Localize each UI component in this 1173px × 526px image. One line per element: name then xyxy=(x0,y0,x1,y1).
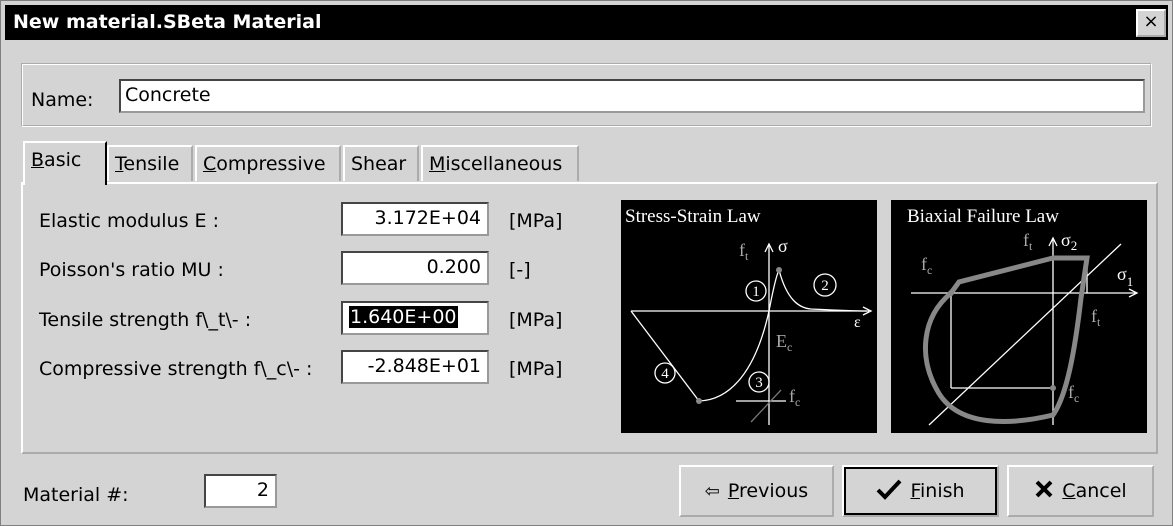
close-button[interactable]: × xyxy=(1136,9,1166,37)
fc-bottom-label: fc xyxy=(1068,382,1079,405)
biaxial-title: Biaxial Failure Law xyxy=(907,206,1059,227)
stress-strain-diagram: Stress-Strain Law ft σ ε Ec fc 1 2 3 4 xyxy=(621,200,877,433)
epsilon-label: ε xyxy=(854,314,861,331)
cancel-button-label: Cancel xyxy=(1062,480,1127,502)
finish-button[interactable]: Finish xyxy=(842,465,999,517)
tab-miscellaneous[interactable]: Miscellaneous xyxy=(421,145,579,181)
marker-2: 2 xyxy=(821,278,829,294)
material-number-label: Material #: xyxy=(23,484,129,506)
tab-basic[interactable]: Basic xyxy=(23,141,107,185)
elastic-modulus-label: Elastic modulus E : xyxy=(39,210,219,232)
tab-shear[interactable]: Shear xyxy=(343,145,419,181)
elastic-modulus-unit: [MPa] xyxy=(509,210,563,232)
previous-button-label: Previous xyxy=(727,480,809,502)
name-input[interactable]: Concrete xyxy=(119,79,1145,113)
biaxial-failure-graphic: Biaxial Failure Law ft σ2 σ1 fc ft fc xyxy=(907,206,1139,426)
ft-label: ft xyxy=(739,240,749,263)
marker-3: 3 xyxy=(755,375,763,391)
tab-compressive-mnemonic: C xyxy=(203,153,217,175)
cancel-button[interactable]: Cancel xyxy=(1007,465,1154,517)
sigma-label: σ xyxy=(778,236,788,256)
cancel-x-icon xyxy=(1034,479,1054,504)
tab-miscellaneous-label: iscellaneous xyxy=(445,153,563,175)
tensile-strength-unit: [MPa] xyxy=(509,309,563,331)
title-bar[interactable]: New material.SBeta Material × xyxy=(5,5,1168,40)
fc-left-label: fc xyxy=(921,254,932,277)
tab-basic-label: asic xyxy=(44,149,82,171)
tab-basic-mnemonic: B xyxy=(31,149,45,171)
dialog-window: New material.SBeta Material × Name: Conc… xyxy=(0,0,1173,526)
poisson-ratio-label: Poisson's ratio MU : xyxy=(39,259,224,281)
sigma1-label: σ1 xyxy=(1117,264,1133,289)
arrow-left-icon: ⇦ xyxy=(704,480,720,502)
compressive-strength-input[interactable]: -2.848E+01 xyxy=(341,350,489,384)
material-number-input[interactable]: 2 xyxy=(204,474,277,508)
marker-1: 1 xyxy=(752,284,760,300)
name-label: Name: xyxy=(31,89,94,111)
name-group: Name: Concrete xyxy=(21,63,1152,127)
stress-strain-graphic: Stress-Strain Law ft σ ε Ec fc 1 2 3 4 xyxy=(625,206,873,425)
poisson-ratio-input[interactable]: 0.200 xyxy=(341,251,489,285)
marker-4: 4 xyxy=(661,366,669,382)
elastic-modulus-input[interactable]: 3.172E+04 xyxy=(341,202,489,236)
tab-tensile-label: ensile xyxy=(123,153,180,175)
stress-strain-title: Stress-Strain Law xyxy=(625,206,761,227)
poisson-ratio-unit: [-] xyxy=(509,259,531,281)
ft-top-label: ft xyxy=(1023,230,1033,253)
tensile-strength-input[interactable]: 1.640E+00 xyxy=(341,301,489,335)
tab-tensile[interactable]: Tensile xyxy=(107,145,193,181)
tab-miscellaneous-mnemonic: M xyxy=(429,153,446,175)
tensile-strength-label: Tensile strength f\_t\- : xyxy=(39,309,252,331)
tab-panel-basic: Elastic modulus E : 3.172E+04 [MPa] Pois… xyxy=(21,182,1158,454)
sigma2-label: σ2 xyxy=(1061,230,1077,253)
tensile-strength-value: 1.640E+00 xyxy=(349,306,458,328)
compressive-strength-unit: [MPa] xyxy=(509,358,563,380)
compressive-strength-label: Compressive strength f\_c\- : xyxy=(39,358,313,380)
previous-button[interactable]: ⇦ Previous xyxy=(679,465,834,517)
checkmark-icon xyxy=(876,478,902,505)
ft-right-label: ft xyxy=(1091,306,1101,329)
tab-compressive[interactable]: Compressive xyxy=(195,145,341,181)
biaxial-failure-diagram: Biaxial Failure Law ft σ2 σ1 fc ft fc xyxy=(891,200,1147,433)
finish-button-label: Finish xyxy=(910,480,965,502)
tab-compressive-label: ompressive xyxy=(216,153,326,175)
window-title: New material.SBeta Material xyxy=(13,11,322,33)
tab-shear-label: Shear xyxy=(351,153,407,175)
ec-label: Ec xyxy=(776,331,792,354)
fc-label: fc xyxy=(789,386,800,409)
